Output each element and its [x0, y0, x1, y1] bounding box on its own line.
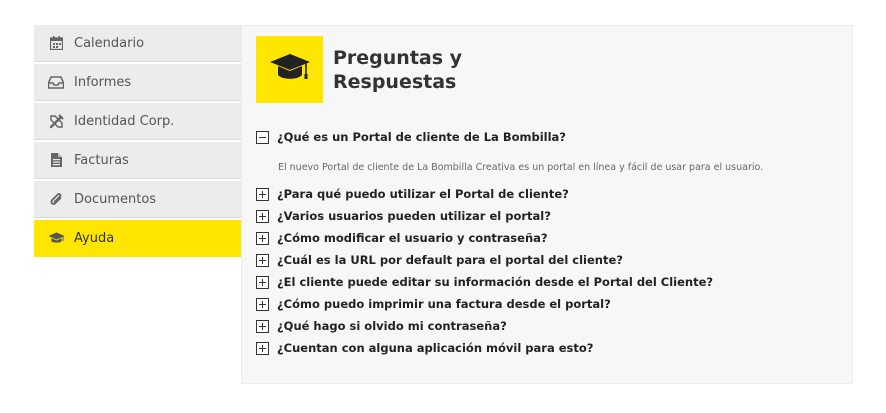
expand-toggle-icon[interactable] [256, 319, 269, 333]
sidebar-item-label: Informes [74, 74, 132, 90]
sidebar-item-informes[interactable]: Informes [34, 64, 241, 101]
faq-question[interactable]: ¿El cliente puede editar su información … [256, 271, 846, 293]
faq-panel: Preguntas y Respuestas ¿Qué es un Portal… [241, 25, 853, 384]
graduation-cap-icon [47, 230, 65, 246]
faq-question-text: ¿El cliente puede editar su información … [277, 275, 714, 289]
faq-question-text: ¿Para qué puedo utilizar el Portal de cl… [277, 187, 569, 201]
expand-toggle-icon[interactable] [256, 187, 269, 201]
faq-list: ¿Qué es un Portal de cliente de La Bombi… [256, 126, 846, 359]
faq-question-text: ¿Qué es un Portal de cliente de La Bombi… [277, 130, 566, 144]
faq-question[interactable]: ¿Cómo puedo imprimir una factura desde e… [256, 293, 846, 315]
sidebar-item-label: Identidad Corp. [74, 113, 175, 129]
faq-question-text: ¿Cómo puedo imprimir una factura desde e… [277, 297, 611, 311]
sidebar: Calendario Informes Identidad Corp. Fact… [34, 25, 241, 259]
expand-toggle-icon[interactable] [256, 275, 269, 289]
expand-toggle-icon[interactable] [256, 341, 269, 355]
sidebar-item-label: Documentos [74, 191, 157, 207]
faq-question[interactable]: ¿Cuentan con alguna aplicación móvil par… [256, 337, 846, 359]
faq-question-text: ¿Varios usuarios pueden utilizar el port… [277, 209, 551, 223]
graduation-cap-icon [269, 53, 311, 87]
sidebar-item-facturas[interactable]: Facturas [34, 142, 241, 179]
inbox-icon [47, 74, 65, 90]
page-title: Preguntas y Respuestas [333, 47, 463, 93]
calendar-icon [47, 35, 65, 51]
paperclip-icon [47, 191, 65, 207]
design-tools-icon [47, 113, 65, 129]
expand-toggle-icon[interactable] [256, 297, 269, 311]
expand-toggle-icon[interactable] [256, 231, 269, 245]
expand-toggle-icon[interactable] [256, 253, 269, 267]
sidebar-item-calendario[interactable]: Calendario [34, 25, 241, 62]
faq-question[interactable]: ¿Qué hago si olvido mi contraseña? [256, 315, 846, 337]
faq-question[interactable]: ¿Cómo modificar el usuario y contraseña? [256, 227, 846, 249]
header-icon-box [256, 36, 323, 103]
sidebar-item-identidad-corp[interactable]: Identidad Corp. [34, 103, 241, 140]
faq-question-text: ¿Cuentan con alguna aplicación móvil par… [277, 341, 594, 355]
expand-toggle-icon[interactable] [256, 209, 269, 223]
faq-question[interactable]: ¿Para qué puedo utilizar el Portal de cl… [256, 183, 846, 205]
sidebar-item-label: Facturas [74, 152, 129, 168]
collapse-toggle-icon[interactable] [256, 130, 269, 144]
sidebar-item-ayuda[interactable]: Ayuda [34, 220, 241, 257]
faq-question-text: ¿Qué hago si olvido mi contraseña? [277, 319, 507, 333]
faq-answer: El nuevo Portal de cliente de La Bombill… [278, 162, 764, 173]
sidebar-item-label: Calendario [74, 35, 145, 51]
file-text-icon [47, 152, 65, 168]
faq-question-text: ¿Cuál es la URL por default para el port… [277, 253, 623, 267]
faq-question-expanded[interactable]: ¿Qué es un Portal de cliente de La Bombi… [256, 126, 846, 148]
faq-question-text: ¿Cómo modificar el usuario y contraseña? [277, 231, 548, 245]
sidebar-item-documentos[interactable]: Documentos [34, 181, 241, 218]
faq-question[interactable]: ¿Varios usuarios pueden utilizar el port… [256, 205, 846, 227]
faq-question[interactable]: ¿Cuál es la URL por default para el port… [256, 249, 846, 271]
sidebar-item-label: Ayuda [74, 230, 115, 246]
